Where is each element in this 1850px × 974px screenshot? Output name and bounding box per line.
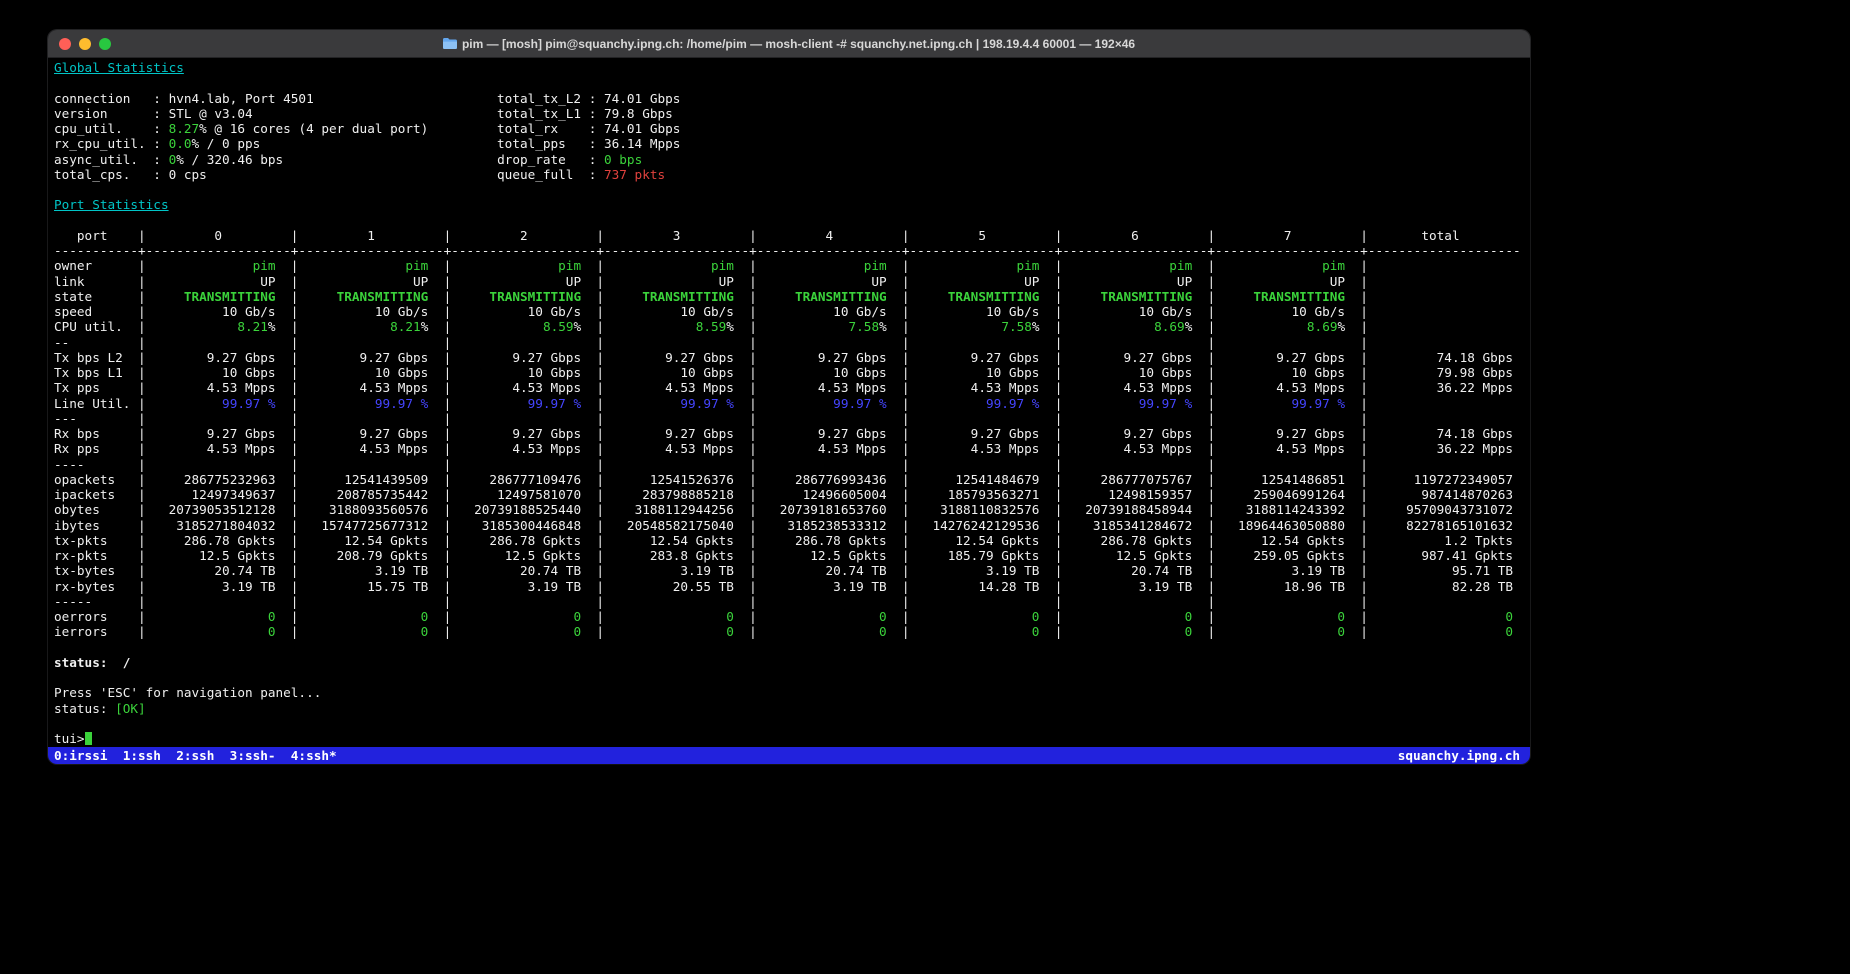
port-stats-row: ibytes | 3185271804032 | 15747725677312 … [54, 518, 1530, 533]
port-stats-row: --- | | | | | | | | | [54, 411, 1530, 426]
global-stats-line: version : STL @ v3.04 total_tx_L1 : 79.8… [54, 106, 1530, 121]
desktop: pim — [mosh] pim@squanchy.ipng.ch: /home… [0, 0, 1850, 974]
port-stats-row: ----- | | | | | | | | | [54, 594, 1530, 609]
port-stats-row: Tx bps L2 | 9.27 Gbps | 9.27 Gbps | 9.27… [54, 350, 1530, 365]
port-stats-row: oerrors | 0 | 0 | 0 | 0 | 0 | 0 | 0 | 0 … [54, 609, 1530, 624]
port-stats-separator: -----------+-------------------+--------… [54, 243, 1530, 258]
port-stats-row: tx-pkts | 286.78 Gpkts | 12.54 Gpkts | 2… [54, 533, 1530, 548]
port-stats-row: tx-bytes | 20.74 TB | 3.19 TB | 20.74 TB… [54, 563, 1530, 578]
minimize-icon[interactable] [79, 38, 91, 50]
zoom-icon[interactable] [99, 38, 111, 50]
port-stats-row: rx-bytes | 3.19 TB | 15.75 TB | 3.19 TB … [54, 579, 1530, 594]
port-stats-row: CPU util. | 8.21% | 8.21% | 8.59% | 8.59… [54, 319, 1530, 334]
traffic-lights [48, 38, 111, 50]
blank-line [54, 670, 1530, 685]
port-stats-heading: Port Statistics [54, 197, 1530, 212]
port-stats-row: opackets | 286775232963 | 12541439509 | … [54, 472, 1530, 487]
port-stats-row: link | UP | UP | UP | UP | UP | UP | UP … [54, 274, 1530, 289]
terminal-cursor [85, 732, 93, 745]
port-stats-row: speed | 10 Gb/s | 10 Gb/s | 10 Gb/s | 10… [54, 304, 1530, 319]
port-stats-row: owner | pim | pim | pim | pim | pim | pi… [54, 258, 1530, 273]
port-stats-row: rx-pkts | 12.5 Gpkts | 208.79 Gpkts | 12… [54, 548, 1530, 563]
port-stats-row: -- | | | | | | | | | [54, 335, 1530, 350]
window-title: pim — [mosh] pim@squanchy.ipng.ch: /home… [48, 30, 1530, 57]
blank-line [54, 640, 1530, 655]
port-stats-header: port | 0 | 1 | 2 | 3 | 4 | 5 | 6 | 7 | t… [54, 228, 1530, 243]
close-icon[interactable] [59, 38, 71, 50]
blank-line [54, 182, 1530, 197]
global-stats-line: total_cps. : 0 cps queue_full : 737 pkts [54, 167, 1530, 182]
port-stats-row: ---- | | | | | | | | | [54, 457, 1530, 472]
blank-line [54, 716, 1530, 731]
status-spinner-line: status: / [54, 655, 1530, 670]
prompt-line: tui> [54, 731, 1530, 746]
terminal-output: Global Statistics connection : hvn4.lab, … [54, 60, 1530, 746]
statusbar-windows: 0:irssi 1:ssh 2:ssh 3:ssh- 4:ssh* [54, 748, 337, 763]
esc-hint-line: Press 'ESC' for navigation panel... [54, 685, 1530, 700]
port-stats-row: Line Util. | 99.97 % | 99.97 % | 99.97 %… [54, 396, 1530, 411]
port-stats-row: ierrors | 0 | 0 | 0 | 0 | 0 | 0 | 0 | 0 … [54, 624, 1530, 639]
terminal-window: pim — [mosh] pim@squanchy.ipng.ch: /home… [48, 30, 1530, 764]
titlebar[interactable]: pim — [mosh] pim@squanchy.ipng.ch: /home… [48, 30, 1530, 58]
screen-statusbar: 0:irssi 1:ssh 2:ssh 3:ssh- 4:ssh* squanc… [48, 747, 1530, 764]
window-title-text: pim — [mosh] pim@squanchy.ipng.ch: /home… [462, 37, 1135, 51]
port-stats-row: Tx pps | 4.53 Mpps | 4.53 Mpps | 4.53 Mp… [54, 380, 1530, 395]
global-stats-line: rx_cpu_util. : 0.0% / 0 pps total_pps : … [54, 136, 1530, 151]
global-stats-line: cpu_util. : 8.27% @ 16 cores (4 per dual… [54, 121, 1530, 136]
global-stats-line: connection : hvn4.lab, Port 4501 total_t… [54, 91, 1530, 106]
folder-icon [443, 38, 457, 49]
blank-line [54, 75, 1530, 90]
port-stats-row: state | TRANSMITTING | TRANSMITTING | TR… [54, 289, 1530, 304]
terminal-screen[interactable]: Global Statistics connection : hvn4.lab, … [48, 58, 1530, 747]
port-stats-row: Tx bps L1 | 10 Gbps | 10 Gbps | 10 Gbps … [54, 365, 1530, 380]
port-stats-row: ipackets | 12497349637 | 208785735442 | … [54, 487, 1530, 502]
port-stats-row: Rx bps | 9.27 Gbps | 9.27 Gbps | 9.27 Gb… [54, 426, 1530, 441]
statusbar-hostname: squanchy.ipng.ch [1398, 748, 1520, 763]
global-stats-heading: Global Statistics [54, 60, 1530, 75]
status-ok-line: status: [OK] [54, 701, 1530, 716]
blank-line [54, 213, 1530, 228]
port-stats-row: obytes | 20739053512128 | 3188093560576 … [54, 502, 1530, 517]
port-stats-row: Rx pps | 4.53 Mpps | 4.53 Mpps | 4.53 Mp… [54, 441, 1530, 456]
global-stats-line: async_util. : 0% / 320.46 bps drop_rate … [54, 152, 1530, 167]
